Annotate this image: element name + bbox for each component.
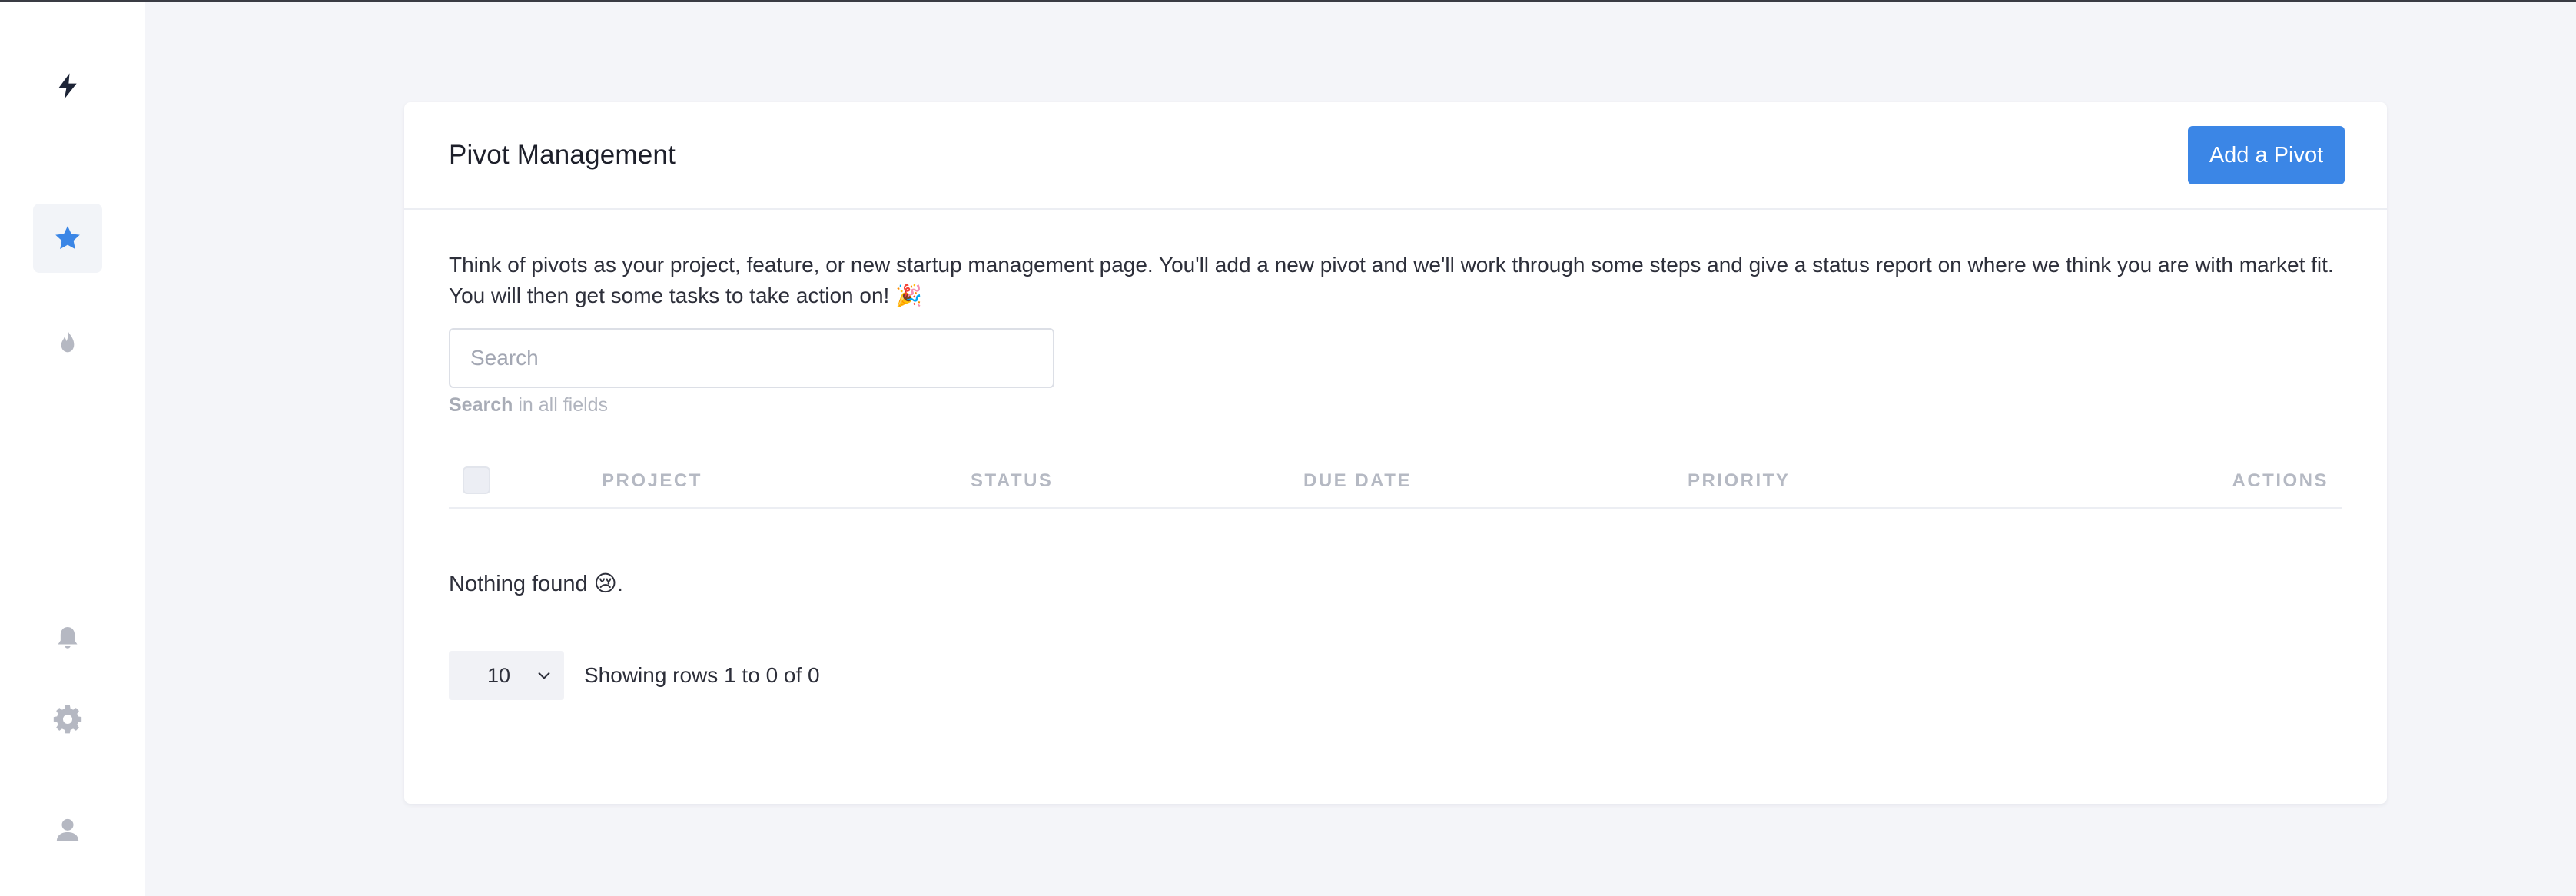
intro-text: Think of pivots as your project, feature… xyxy=(449,253,2334,307)
bolt-icon xyxy=(58,73,77,99)
sidebar-item-trending[interactable] xyxy=(33,307,102,377)
column-status[interactable]: STATUS xyxy=(971,470,1053,492)
chevron-down-icon xyxy=(538,672,550,679)
search-field[interactable] xyxy=(449,328,1054,388)
sidebar-item-profile[interactable] xyxy=(33,795,102,864)
rows-per-page-select[interactable]: 10 xyxy=(449,651,564,700)
logo-bolt-icon[interactable] xyxy=(33,51,102,121)
column-priority[interactable]: PRIORITY xyxy=(1688,470,1790,492)
search-hint-bold: Search xyxy=(449,394,513,416)
table-header: PROJECT STATUS DUE DATE PRIORITY ACTIONS xyxy=(449,455,2342,509)
pagination-row: 10 Showing rows 1 to 0 of 0 xyxy=(449,651,2342,700)
add-pivot-button[interactable]: Add a Pivot xyxy=(2188,126,2345,184)
empty-state-message: Nothing found 😢. xyxy=(449,572,623,596)
page-title: Pivot Management xyxy=(449,140,676,170)
search-hint-rest: in all fields xyxy=(513,394,609,416)
pivot-management-card: Pivot Management Add a Pivot Think of pi… xyxy=(404,102,2387,804)
gear-icon xyxy=(53,705,82,734)
card-body: Think of pivots as your project, feature… xyxy=(404,250,2387,700)
search-hint: Search in all fields xyxy=(449,394,2342,416)
user-icon xyxy=(56,818,79,841)
card-header: Pivot Management Add a Pivot xyxy=(404,102,2387,210)
sidebar-item-settings[interactable] xyxy=(33,685,102,754)
rows-summary: Showing rows 1 to 0 of 0 xyxy=(584,663,820,687)
sidebar-item-pivots[interactable] xyxy=(33,204,102,273)
column-project[interactable]: PROJECT xyxy=(602,470,702,492)
column-actions: ACTIONS xyxy=(2232,470,2329,491)
star-icon xyxy=(55,226,80,250)
bell-icon xyxy=(58,627,78,649)
sidebar-item-notifications[interactable] xyxy=(33,604,102,673)
rows-per-page-value: 10 xyxy=(487,663,511,687)
flame-icon xyxy=(61,330,75,353)
select-all-checkbox[interactable] xyxy=(463,466,490,494)
search-input[interactable] xyxy=(470,346,1033,370)
column-due-date[interactable]: DUE DATE xyxy=(1303,470,1412,492)
sidebar xyxy=(0,2,145,896)
